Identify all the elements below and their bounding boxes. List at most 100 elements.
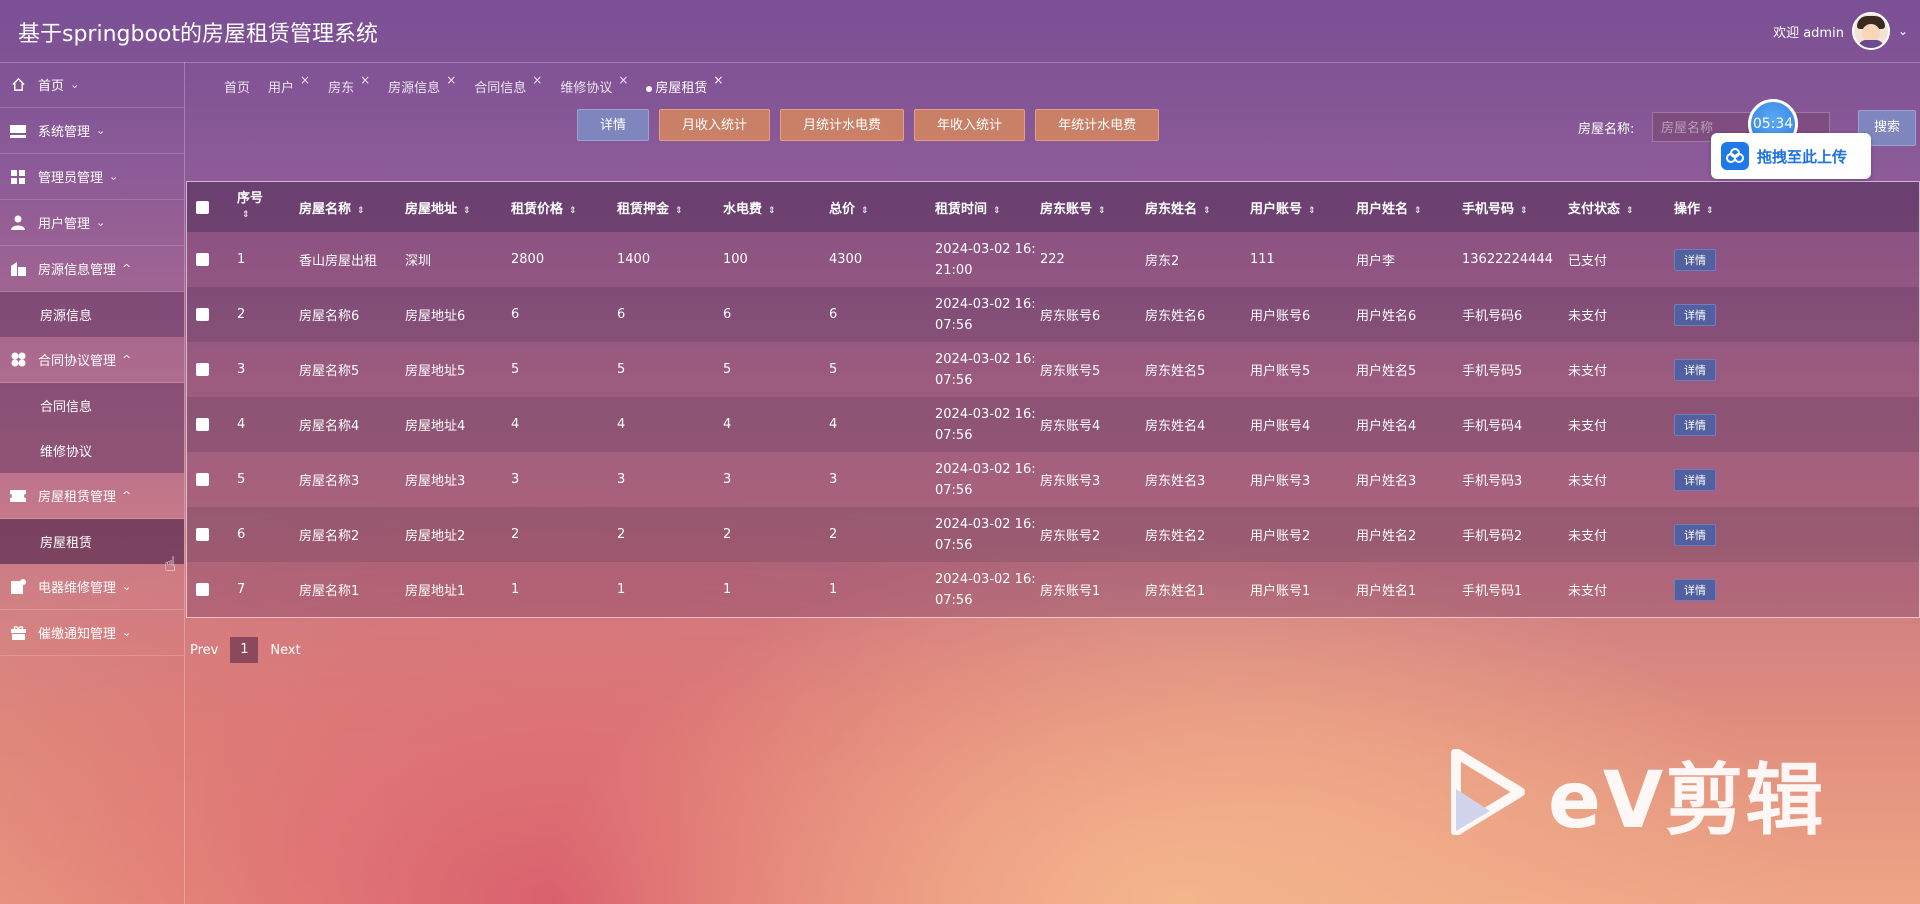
column-header[interactable]: 支付状态 ⇕ (1568, 182, 1674, 232)
tab-repair[interactable]: 维修协议 × (560, 73, 628, 96)
tab-house-info[interactable]: 房源信息 × (388, 73, 456, 96)
row-detail-button[interactable]: 详情 (1674, 468, 1716, 491)
cell-phone: 手机号码5 (1462, 364, 1523, 379)
play-logo-icon (1450, 748, 1526, 839)
year-utility-button[interactable]: 年统计水电费 (1035, 109, 1160, 141)
user-icon (10, 215, 26, 231)
sidebar-item-system[interactable]: 系统管理 ⌄ (0, 108, 184, 154)
page-number-current[interactable]: 1 (230, 637, 259, 663)
column-header[interactable]: 用户账号 ⇕ (1250, 182, 1356, 232)
sort-icon: ⇕ (1520, 205, 1527, 216)
cell-addr: 深圳 (405, 254, 432, 269)
sidebar-item-appliance-repair[interactable]: 电器维修管理 ⌄ (0, 564, 184, 610)
sidebar-subitem-house-info[interactable]: 房源信息 (0, 292, 184, 337)
column-header[interactable]: 房东账号 ⇕ (1040, 182, 1145, 232)
column-header[interactable]: 租赁押金 ⇕ (617, 182, 723, 232)
sidebar-item-house-info[interactable]: 房源信息管理 ^ (0, 246, 184, 292)
row-checkbox[interactable] (196, 253, 209, 266)
close-icon[interactable]: × (618, 73, 628, 87)
sort-icon: ⇕ (675, 205, 682, 216)
next-page-button[interactable]: Next (270, 643, 300, 658)
sidebar-subitem-rental[interactable]: 房屋租赁 (0, 519, 184, 564)
row-detail-button[interactable]: 详情 (1674, 248, 1716, 271)
sidebar-item-payment-notice[interactable]: 催缴通知管理 ⌄ (0, 610, 184, 656)
cell-time: 2024-03-02 16: 07:56 (935, 516, 1036, 553)
close-icon[interactable]: × (532, 73, 542, 87)
sidebar-item-label: 电器维修管理 (38, 581, 117, 596)
cell-uacc: 用户账号2 (1250, 529, 1311, 544)
chevron-down-icon: ⌄ (70, 78, 80, 91)
select-all-checkbox[interactable] (196, 200, 209, 214)
sidebar-item-home[interactable]: 首页 ⌄ (0, 62, 184, 108)
column-header[interactable]: 水电费 ⇕ (723, 182, 829, 232)
sidebar-item-contract[interactable]: 合同协议管理 ^ (0, 337, 184, 383)
tab-rental[interactable]: 房屋租赁 × (646, 73, 723, 96)
close-icon[interactable]: × (360, 73, 370, 87)
prev-page-button[interactable]: Prev (190, 643, 218, 658)
row-checkbox[interactable] (196, 528, 209, 541)
avatar[interactable] (1851, 12, 1890, 50)
row-checkbox[interactable] (196, 473, 209, 486)
ticket-icon (10, 488, 26, 504)
tab-user[interactable]: 用户 × (268, 73, 310, 96)
cell-name: 房屋名称1 (299, 584, 360, 599)
repair-icon (10, 579, 26, 595)
column-header[interactable]: 房东姓名 ⇕ (1145, 182, 1250, 232)
cell-utility: 5 (723, 362, 732, 377)
cell-status: 未支付 (1568, 584, 1608, 599)
close-icon[interactable]: × (713, 73, 723, 87)
cell-no: 2 (237, 307, 246, 322)
sidebar-subitem-repair[interactable]: 维修协议 (0, 428, 184, 473)
column-header[interactable]: 序号 ⇕ (237, 182, 299, 232)
row-detail-button[interactable]: 详情 (1674, 578, 1716, 601)
tab-landlord[interactable]: 房东 × (328, 73, 370, 96)
home-icon (10, 77, 26, 93)
upload-label: 拖拽至此上传 (1757, 147, 1848, 166)
sidebar-item-label: 房源信息管理 (38, 263, 117, 278)
row-detail-button[interactable]: 详情 (1674, 413, 1716, 436)
column-header[interactable]: 租赁时间 ⇕ (935, 182, 1040, 232)
ev-watermark: eV剪辑 (1450, 738, 1825, 850)
upload-drop-zone[interactable]: 拖拽至此上传 (1711, 133, 1871, 179)
sidebar-item-rental[interactable]: 房屋租赁管理 ^ (0, 473, 184, 519)
cell-name: 房屋名称4 (299, 419, 360, 434)
sidebar-item-admin[interactable]: 管理员管理 ⌄ (0, 154, 184, 200)
sort-icon: ⇕ (569, 205, 576, 216)
month-utility-button[interactable]: 月统计水电费 (780, 109, 905, 141)
column-header[interactable]: 总价 ⇕ (829, 182, 935, 232)
tab-contract[interactable]: 合同信息 × (474, 73, 542, 96)
detail-button[interactable]: 详情 (577, 109, 650, 141)
column-header[interactable]: 房屋地址 ⇕ (405, 182, 511, 232)
tab-home[interactable]: 首页 (224, 77, 250, 96)
cell-uname: 用户姓名5 (1356, 364, 1417, 379)
active-dot-icon (646, 85, 653, 92)
row-checkbox[interactable] (196, 308, 209, 321)
user-menu[interactable]: 欢迎 admin ⌄ (1773, 12, 1908, 50)
column-header[interactable]: 房屋名称 ⇕ (299, 182, 405, 232)
column-header[interactable]: 用户姓名 ⇕ (1356, 182, 1462, 232)
watermark-text: eV剪辑 (1548, 756, 1826, 846)
column-header[interactable]: 操作 ⇕ (1674, 182, 1919, 232)
chevron-down-icon[interactable]: ⌄ (1898, 24, 1908, 38)
row-checkbox[interactable] (196, 418, 209, 431)
cell-deposit: 4 (617, 417, 626, 432)
close-icon[interactable]: × (446, 73, 456, 87)
sidebar-item-users[interactable]: 用户管理 ⌄ (0, 200, 184, 246)
row-detail-button[interactable]: 详情 (1674, 303, 1716, 326)
sidebar-subitem-contract[interactable]: 合同信息 (0, 383, 184, 428)
close-icon[interactable]: × (300, 73, 310, 87)
row-checkbox[interactable] (196, 583, 209, 596)
cell-uname: 用户李 (1356, 254, 1396, 269)
cell-phone: 手机号码3 (1462, 474, 1523, 489)
row-detail-button[interactable]: 详情 (1674, 523, 1716, 546)
column-header[interactable]: 手机号码 ⇕ (1462, 182, 1568, 232)
cell-lacc: 房东账号1 (1040, 584, 1101, 599)
system-icon (10, 123, 26, 139)
row-checkbox[interactable] (196, 363, 209, 376)
sort-icon: ⇕ (1308, 205, 1315, 216)
month-income-button[interactable]: 月收入统计 (659, 109, 771, 141)
cell-uacc: 111 (1250, 252, 1275, 267)
year-income-button[interactable]: 年收入统计 (914, 109, 1026, 141)
column-header[interactable]: 租赁价格 ⇕ (511, 182, 617, 232)
row-detail-button[interactable]: 详情 (1674, 358, 1716, 381)
